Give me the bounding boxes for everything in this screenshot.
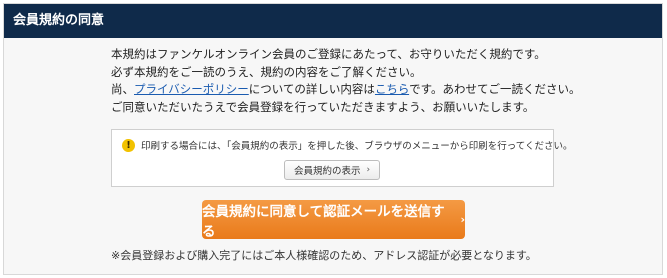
agree-send-email-button[interactable]: 会員規約に同意して認証メールを送信する › xyxy=(202,200,465,240)
section-header: 会員規約の同意 xyxy=(4,4,662,38)
intro-line-3-suffix: です。あわせてご一読ください。 xyxy=(409,82,581,96)
intro-line-3-prefix: 尚、 xyxy=(111,82,134,96)
chevron-right-icon: › xyxy=(366,165,371,175)
agree-send-email-label: 会員規約に同意して認証メールを送信する xyxy=(202,203,445,240)
intro-line-3: 尚、プライバシーポリシーについての詳しい内容はこちらです。あわせてご一読ください… xyxy=(111,81,651,99)
intro-line-2: 必ず本規約をご一読のうえ、規約の内容をご了解ください。 xyxy=(111,64,422,79)
warning-icon: ! xyxy=(122,138,135,152)
terms-panel: 会員規約の同意 本規約はファンケルオンライン会員のご登録にあたって、お守りいただ… xyxy=(3,3,663,275)
intro-line-3-middle: についての詳しい内容は xyxy=(248,82,375,96)
show-terms-label: 会員規約の表示 xyxy=(293,166,361,177)
address-verification-note: ※会員登録および購入完了にはご本人様確認のため、アドレス認証が必要となります。 xyxy=(111,249,537,262)
intro-line-1: 本規約はファンケルオンライン会員のご登録にあたって、お守りいただく規約です。 xyxy=(111,47,546,61)
print-notice: ! 印刷する場合には、「会員規約の表示」を押した後、ブラウザのメニューから印刷を… xyxy=(122,138,573,152)
intro-text: 本規約はファンケルオンライン会員のご登録にあたって、お守りいただく規約です。 必… xyxy=(111,46,651,116)
print-notice-text: 印刷する場合には、「会員規約の表示」を押した後、ブラウザのメニューから印刷を行っ… xyxy=(141,141,573,152)
privacy-policy-link[interactable]: プライバシーポリシー xyxy=(134,82,249,96)
details-here-link[interactable]: こちら xyxy=(375,82,409,96)
chevron-right-icon: › xyxy=(460,213,465,226)
intro-line-4: ご同意いただいたうえで会員登録を行っていただきますよう、お願いいたします。 xyxy=(111,99,535,114)
show-terms-button[interactable]: 会員規約の表示 › xyxy=(284,160,380,180)
print-notice-box: ! 印刷する場合には、「会員規約の表示」を押した後、ブラウザのメニューから印刷を… xyxy=(111,129,573,187)
